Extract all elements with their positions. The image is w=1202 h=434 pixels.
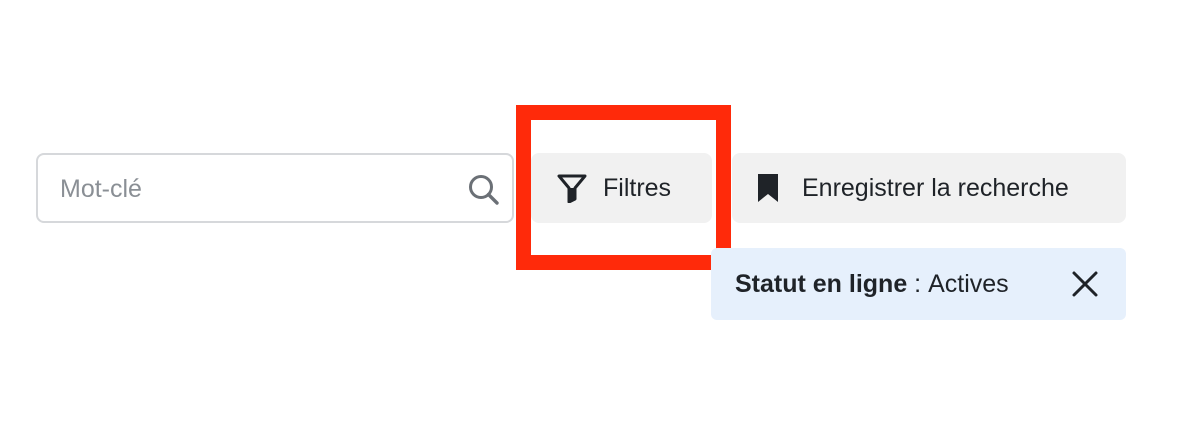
filters-button[interactable]: Filtres: [531, 153, 712, 223]
active-filter-separator: :: [907, 269, 929, 298]
save-search-button[interactable]: Enregistrer la recherche: [732, 153, 1126, 223]
filter-icon: [557, 173, 587, 203]
bookmark-icon: [754, 171, 782, 205]
search-field[interactable]: [36, 153, 514, 223]
active-filter-chip: Statut en ligne : Actives: [711, 248, 1126, 320]
search-icon[interactable]: [466, 172, 502, 208]
active-filter-label: Statut en ligne: [735, 269, 908, 298]
filters-button-label: Filtres: [603, 173, 672, 202]
search-input[interactable]: [60, 167, 440, 211]
active-filter-value: Actives: [928, 269, 1009, 298]
close-icon[interactable]: [1071, 270, 1099, 298]
save-search-button-label: Enregistrer la recherche: [802, 173, 1069, 202]
